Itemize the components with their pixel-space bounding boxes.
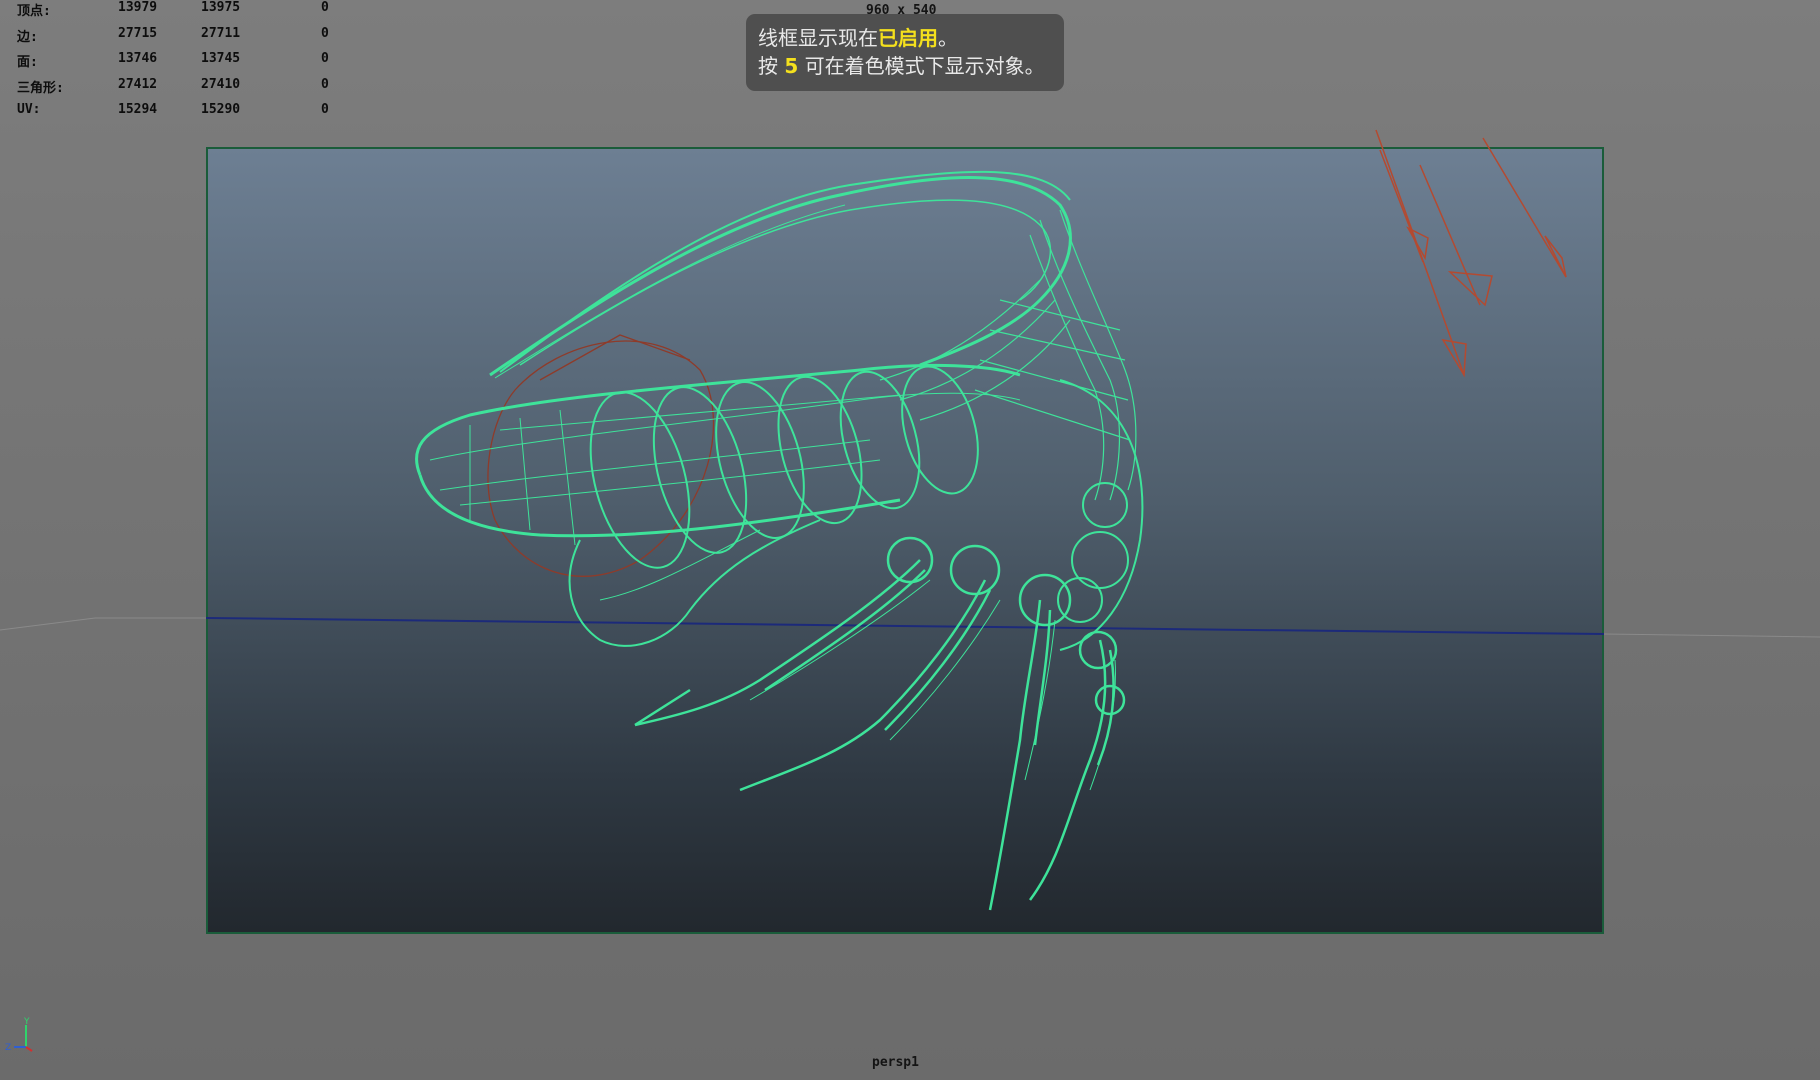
- hud-value: 27410: [201, 76, 241, 92]
- notification-highlight: 已启用: [878, 26, 938, 50]
- hud-label: 面:: [17, 55, 38, 70]
- hud-label: 三角形:: [17, 80, 64, 96]
- hud-value: 27715: [118, 25, 158, 41]
- hud-value: 0: [321, 0, 329, 15]
- axis-gizmo-icon: Y Z: [5, 1017, 33, 1053]
- hud-row-uvs: UV: 15294 15290 0: [0, 102, 360, 128]
- hud-row-edges: 边: 27715 27711 0: [0, 26, 360, 52]
- polycount-hud: 顶点: 13979 13975 0 边: 27715 27711 0 面: 13…: [0, 0, 360, 128]
- hud-label: UV:: [17, 102, 41, 117]
- wireframe-model[interactable]: [415, 170, 1144, 911]
- hud-value: 13979: [118, 0, 158, 15]
- hud-value: 0: [321, 51, 329, 66]
- notification-text: 。: [938, 26, 958, 50]
- axis-z-label: Z: [5, 1043, 11, 1053]
- horizon-line: [205, 617, 1605, 635]
- hud-row-triangles: 三角形: 27412 27410 0: [0, 77, 360, 103]
- notification-line-1: 线框显示现在已启用。: [758, 24, 1052, 52]
- wireframe-notification: 线框显示现在已启用。 按 5 可在着色模式下显示对象。: [746, 14, 1064, 91]
- hud-value: 13975: [201, 0, 241, 15]
- notification-text: 可在着色模式下显示对象。: [804, 54, 1045, 78]
- hud-label: 边:: [17, 29, 38, 45]
- scene-foreground-overlay: [205, 129, 1605, 911]
- notification-key: 5: [784, 54, 799, 78]
- hud-value: 15290: [201, 102, 241, 117]
- hud-value: 15294: [118, 102, 158, 117]
- notification-text: 按: [758, 54, 778, 78]
- hud-value: 13746: [118, 51, 158, 66]
- hud-row-faces: 面: 13746 13745 0: [0, 51, 360, 77]
- hud-value: 0: [321, 25, 329, 41]
- notification-text: 线框显示现在: [758, 26, 878, 50]
- axis-y-label: Y: [23, 1017, 30, 1027]
- notification-line-2: 按 5 可在着色模式下显示对象。: [758, 52, 1052, 80]
- hud-value: 27711: [201, 25, 241, 41]
- hud-value: 0: [321, 76, 329, 92]
- hud-row-vertices: 顶点: 13979 13975 0: [0, 0, 360, 26]
- camera-name-label: persp1: [872, 1055, 919, 1070]
- hud-value: 13745: [201, 51, 241, 66]
- hud-label: 顶点:: [17, 4, 51, 19]
- directional-light-icon[interactable]: [1375, 129, 1567, 378]
- hud-value: 27412: [118, 76, 158, 92]
- hud-value: 0: [321, 102, 329, 117]
